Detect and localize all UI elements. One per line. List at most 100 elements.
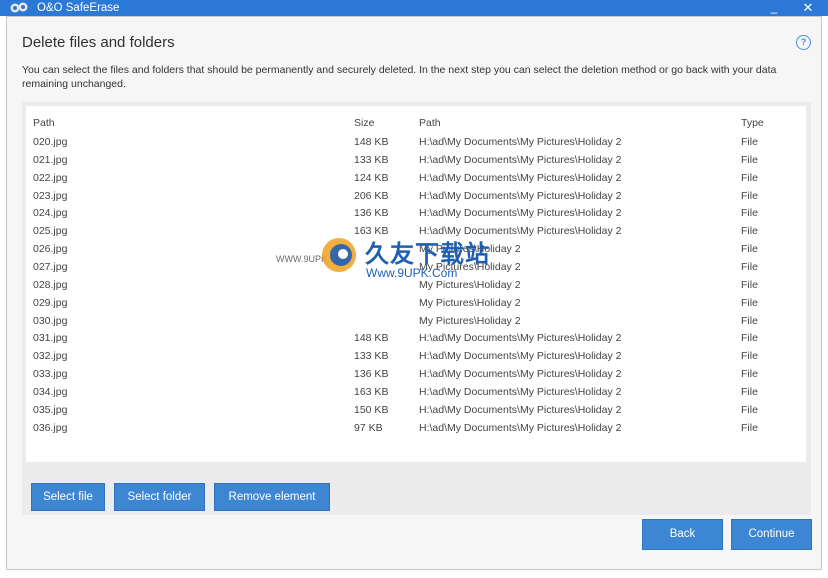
cell-name: 027.jpg (33, 260, 68, 273)
cell-name: 021.jpg (33, 153, 68, 166)
cell-type: File (741, 314, 758, 327)
cell-path: My Pictures\Holiday 2 (419, 278, 521, 291)
cell-name: 030.jpg (33, 314, 68, 327)
cell-name: 022.jpg (33, 171, 68, 184)
cell-type: File (741, 385, 758, 398)
cell-type: File (741, 225, 758, 238)
cell-size: 133 KB (354, 350, 389, 363)
close-button[interactable]: ✕ (798, 0, 818, 16)
cell-name: 023.jpg (33, 189, 68, 202)
cell-size: 148 KB (354, 136, 389, 148)
column-header-location[interactable]: Path (419, 117, 441, 129)
table-row[interactable]: 023.jpg 206 KB H:\ad\My Documents\My Pictu… (26, 188, 806, 206)
cell-name: 036.jpg (33, 421, 68, 434)
table-row[interactable]: 030.jpg My Pictures\Holiday 2 File (26, 313, 806, 331)
select-folder-button[interactable]: Select folder (114, 483, 205, 511)
file-list[interactable]: Path Size Path Type 020.jpg 148 KB H:\ad\M… (26, 106, 806, 462)
cell-name: 031.jpg (33, 332, 68, 345)
table-row[interactable]: 035.jpg 150 KB H:\ad\My Documents\My Pictu… (26, 402, 806, 420)
cell-name: 034.jpg (33, 385, 68, 398)
cell-type: File (741, 350, 758, 363)
cell-name: 028.jpg (33, 278, 68, 291)
cell-type: File (741, 207, 758, 220)
cell-path: H:\ad\My Documents\My Pictures\Holiday 2 (419, 225, 622, 238)
cell-path: My Pictures\Holiday 2 (419, 243, 521, 256)
cell-path: H:\ad\My Documents\My Pictures\Holiday 2 (419, 332, 622, 345)
cell-type: File (741, 136, 758, 148)
help-icon[interactable]: ? (796, 35, 811, 50)
cell-name: 033.jpg (33, 368, 68, 381)
cell-path: My Pictures\Holiday 2 (419, 296, 521, 309)
table-row[interactable]: 036.jpg 97 KB H:\ad\My Documents\My Pictur… (26, 420, 806, 438)
page-title: Delete files and folders (22, 34, 175, 51)
table-row[interactable]: 026.jpg My Pictures\Holiday 2 File (26, 241, 806, 259)
cell-name: 026.jpg (33, 243, 68, 256)
cell-size: 206 KB (354, 189, 389, 202)
column-header-size[interactable]: Size (354, 117, 374, 129)
cell-type: File (741, 278, 758, 291)
back-button[interactable]: Back (642, 519, 723, 550)
cell-type: File (741, 421, 758, 434)
page-description: You can select the files and folders tha… (22, 64, 777, 90)
table-row[interactable]: 031.jpg 148 KB H:\ad\My Documents\My Pictu… (26, 330, 806, 348)
table-row[interactable]: 033.jpg 136 KB H:\ad\My Documents\My Pictu… (26, 366, 806, 384)
cell-type: File (741, 153, 758, 166)
cell-name: 035.jpg (33, 403, 68, 416)
cell-name: 024.jpg (33, 207, 68, 220)
cell-size: 124 KB (354, 171, 389, 184)
table-row[interactable]: 020.jpg 148 KB H:\ad\My Documents\My Pictu… (26, 134, 806, 152)
table-row[interactable]: 025.jpg 163 KB H:\ad\My Documents\My Pictu… (26, 223, 806, 241)
table-row[interactable]: 021.jpg 133 KB H:\ad\My Documents\My Pictu… (26, 152, 806, 170)
table-row[interactable]: 034.jpg 163 KB H:\ad\My Documents\My Pictu… (26, 384, 806, 402)
cell-path: H:\ad\My Documents\My Pictures\Holiday 2 (419, 207, 622, 220)
cell-name: 025.jpg (33, 225, 68, 238)
cell-size: 150 KB (354, 403, 389, 416)
cell-type: File (741, 368, 758, 381)
continue-button[interactable]: Continue (731, 519, 812, 550)
cell-size: 163 KB (354, 225, 389, 238)
main-window: Delete files and folders ? You can selec… (6, 16, 822, 570)
cell-path: My Pictures\Holiday 2 (419, 314, 521, 327)
minimize-button[interactable]: _ (763, 0, 785, 16)
cell-type: File (741, 296, 758, 309)
file-list-panel: Path Size Path Type 020.jpg 148 KB H:\ad\M… (22, 102, 811, 515)
cell-type: File (741, 260, 758, 273)
cell-type: File (741, 332, 758, 345)
cell-type: File (741, 171, 758, 184)
app-logo-icon (10, 2, 28, 13)
cell-path: H:\ad\My Documents\My Pictures\Holiday 2 (419, 403, 622, 416)
cell-size: 136 KB (354, 368, 389, 381)
cell-path: H:\ad\My Documents\My Pictures\Holiday 2 (419, 385, 622, 398)
cell-size: 97 KB (354, 421, 383, 434)
column-header-path[interactable]: Path (33, 117, 55, 129)
window-title: O&O SafeErase (37, 2, 120, 14)
cell-path: H:\ad\My Documents\My Pictures\Holiday 2 (419, 368, 622, 381)
table-row[interactable]: 024.jpg 136 KB H:\ad\My Documents\My Pictu… (26, 205, 806, 223)
cell-size: 133 KB (354, 153, 389, 166)
table-row[interactable]: 032.jpg 133 KB H:\ad\My Documents\My Pictu… (26, 348, 806, 366)
table-row[interactable]: 028.jpg My Pictures\Holiday 2 File (26, 277, 806, 295)
table-row[interactable]: 029.jpg My Pictures\Holiday 2 File (26, 295, 806, 313)
cell-type: File (741, 403, 758, 416)
cell-path: H:\ad\My Documents\My Pictures\Holiday 2 (419, 350, 622, 363)
column-header-type[interactable]: Type (741, 117, 764, 129)
cell-name: 032.jpg (33, 350, 68, 363)
cell-path: H:\ad\My Documents\My Pictures\Holiday 2 (419, 136, 622, 148)
cell-type: File (741, 189, 758, 202)
cell-path: H:\ad\My Documents\My Pictures\Holiday 2 (419, 153, 622, 166)
cell-size: 148 KB (354, 332, 389, 345)
cell-path: H:\ad\My Documents\My Pictures\Holiday 2 (419, 189, 622, 202)
table-row[interactable]: 022.jpg 124 KB H:\ad\My Documents\My Pictu… (26, 170, 806, 188)
cell-size: 136 KB (354, 207, 389, 220)
table-row[interactable]: 027.jpg My Pictures\Holiday 2 File (26, 259, 806, 277)
cell-size: 163 KB (354, 385, 389, 398)
cell-path: H:\ad\My Documents\My Pictures\Holiday 2 (419, 171, 622, 184)
remove-element-button[interactable]: Remove element (214, 483, 330, 511)
cell-path: My Pictures\Holiday 2 (419, 260, 521, 273)
cell-name: 020.jpg (33, 136, 68, 148)
select-file-button[interactable]: Select file (31, 483, 105, 511)
title-bar: O&O SafeErase _ ✕ (0, 0, 828, 16)
cell-path: H:\ad\My Documents\My Pictures\Holiday 2 (419, 421, 622, 434)
cell-name: 029.jpg (33, 296, 68, 309)
cell-type: File (741, 243, 758, 256)
